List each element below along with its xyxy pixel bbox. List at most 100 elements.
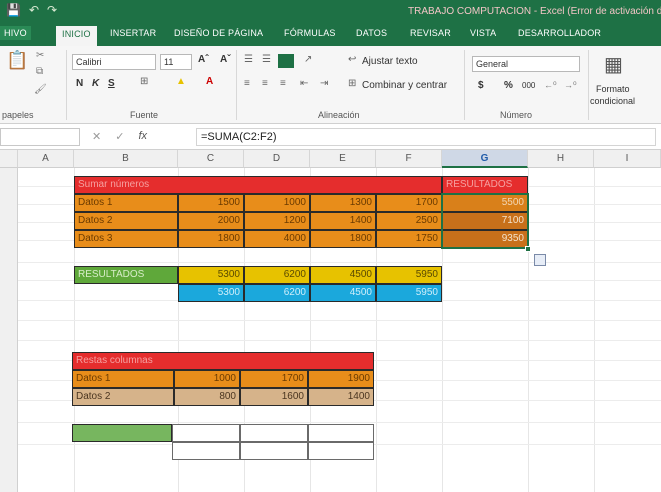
merge-center-button[interactable]: Combinar y centrar [362, 80, 447, 91]
align-middle-icon[interactable]: ☰ [262, 54, 271, 65]
sub-cell[interactable]: 1600 [240, 388, 308, 406]
column-header-g[interactable]: G [442, 150, 528, 168]
sum-cell[interactable]: 1700 [376, 194, 442, 212]
sum-cell[interactable]: 1750 [376, 230, 442, 248]
tab-inicio[interactable]: INICIO [56, 26, 97, 46]
fx-icon[interactable]: fx [138, 130, 147, 143]
underline-button[interactable]: S [108, 78, 115, 89]
tab-datos[interactable]: DATOS [356, 28, 387, 38]
name-box[interactable] [0, 128, 80, 146]
sub-cell[interactable]: 1700 [240, 370, 308, 388]
sum-row-label[interactable]: Datos 1 [74, 194, 178, 212]
column-header-a[interactable]: A [18, 150, 74, 168]
col-results-label[interactable]: RESULTADOS [74, 266, 178, 284]
wrap-text-icon[interactable]: ↩ [348, 54, 356, 65]
sum-cell[interactable]: 1800 [178, 230, 244, 248]
sub-table-header[interactable]: Restas columnas [72, 352, 374, 370]
paste-icon[interactable]: 📋 [6, 50, 28, 71]
sum-row-label[interactable]: Datos 3 [74, 230, 178, 248]
bold-button[interactable]: N [76, 78, 83, 89]
sum-cell[interactable]: 1000 [244, 194, 310, 212]
undo-icon[interactable]: ↶ [29, 3, 39, 17]
column-header-b[interactable]: B [74, 150, 178, 168]
sum-cell[interactable]: 1500 [178, 194, 244, 212]
tab-file[interactable]: HIVO [0, 26, 31, 40]
align-left-icon[interactable]: ≡ [244, 78, 250, 89]
select-all-corner[interactable] [0, 150, 18, 168]
tab-vista[interactable]: VISTA [470, 28, 496, 38]
sub-cell[interactable]: 1400 [308, 388, 374, 406]
sum-cell[interactable]: 2500 [376, 212, 442, 230]
italic-button[interactable]: K [92, 78, 99, 89]
save-icon[interactable]: 💾 [6, 3, 21, 17]
shrink-font-icon[interactable]: Aˇ [220, 54, 231, 65]
align-bottom-icon[interactable] [278, 54, 294, 68]
sum-cell[interactable]: 1200 [244, 212, 310, 230]
column-header-d[interactable]: D [244, 150, 310, 168]
col-result-cell[interactable]: 4500 [310, 266, 376, 284]
font-size-select[interactable]: 11 [160, 54, 192, 70]
decrease-indent-icon[interactable]: ⇤ [300, 78, 308, 89]
empty-cell[interactable] [308, 442, 374, 460]
sum-cell[interactable]: 1300 [310, 194, 376, 212]
tab-formulas[interactable]: FÓRMULAS [284, 28, 336, 38]
number-format-select[interactable]: General [472, 56, 580, 72]
column-header-f[interactable]: F [376, 150, 442, 168]
col-result-cell[interactable]: 5950 [376, 284, 442, 302]
formula-input[interactable]: =SUMA(C2:F2) [196, 128, 656, 146]
align-top-icon[interactable]: ☰ [244, 54, 253, 65]
decrease-decimal-icon[interactable]: →⁰ [564, 80, 577, 91]
conditional-format-icon[interactable]: ▦ [604, 52, 623, 77]
sub-row-label[interactable]: Datos 2 [72, 388, 174, 406]
spreadsheet-grid[interactable]: A B C D E F G H I Sumar números RESULTAD… [0, 150, 661, 492]
column-header-h[interactable]: H [528, 150, 594, 168]
results-header[interactable]: RESULTADOS [442, 176, 528, 194]
cancel-icon[interactable]: ✕ [92, 130, 101, 143]
redo-icon[interactable]: ↷ [47, 3, 57, 17]
col-result-cell[interactable]: 4500 [310, 284, 376, 302]
align-center-icon[interactable]: ≡ [262, 78, 268, 89]
fill-handle[interactable] [525, 246, 531, 252]
currency-button[interactable]: $ [478, 80, 484, 91]
font-name-select[interactable]: Calibri [72, 54, 156, 70]
increase-indent-icon[interactable]: ⇥ [320, 78, 328, 89]
increase-decimal-icon[interactable]: ←⁰ [544, 80, 557, 91]
empty-cell[interactable] [240, 424, 308, 442]
cut-icon[interactable]: ✂ [36, 50, 44, 61]
format-painter-icon[interactable]: 🖌 [34, 84, 47, 95]
col-result-cell[interactable]: 5300 [178, 266, 244, 284]
conditional-format-label-2[interactable]: condicional [590, 96, 635, 106]
enter-icon[interactable]: ✓ [115, 130, 124, 143]
sum-cell[interactable]: 2000 [178, 212, 244, 230]
sub-results-label-cell[interactable] [72, 424, 172, 442]
col-result-cell[interactable]: 5300 [178, 284, 244, 302]
empty-cell[interactable] [172, 442, 240, 460]
sum-cell[interactable]: 4000 [244, 230, 310, 248]
grow-font-icon[interactable]: Aˆ [198, 54, 209, 65]
col-result-cell[interactable]: 5950 [376, 266, 442, 284]
font-color-icon[interactable]: A [206, 76, 213, 87]
fill-color-icon[interactable]: ▲ [176, 76, 186, 87]
empty-cell[interactable] [240, 442, 308, 460]
col-result-cell[interactable]: 6200 [244, 284, 310, 302]
column-header-e[interactable]: E [310, 150, 376, 168]
sum-row-label[interactable]: Datos 2 [74, 212, 178, 230]
orientation-icon[interactable]: ↗ [304, 54, 312, 65]
sub-row-label[interactable]: Datos 1 [72, 370, 174, 388]
tab-desarrollador[interactable]: DESARROLLADOR [518, 28, 601, 38]
align-right-icon[interactable]: ≡ [280, 78, 286, 89]
sub-cell[interactable]: 800 [174, 388, 240, 406]
empty-cell[interactable] [308, 424, 374, 442]
column-header-c[interactable]: C [178, 150, 244, 168]
sub-cell[interactable]: 1000 [174, 370, 240, 388]
sum-table-header[interactable]: Sumar números [74, 176, 442, 194]
sub-cell[interactable]: 1900 [308, 370, 374, 388]
sum-cell[interactable]: 1800 [310, 230, 376, 248]
borders-icon[interactable]: ⊞ [140, 76, 148, 87]
tab-revisar[interactable]: REVISAR [410, 28, 451, 38]
tab-insertar[interactable]: INSERTAR [110, 28, 156, 38]
conditional-format-button[interactable]: Formato [596, 84, 630, 94]
merge-center-icon[interactable]: ⊞ [348, 78, 356, 89]
tab-diseno-pagina[interactable]: DISEÑO DE PÁGINA [174, 28, 263, 38]
percent-button[interactable]: % [504, 80, 513, 91]
